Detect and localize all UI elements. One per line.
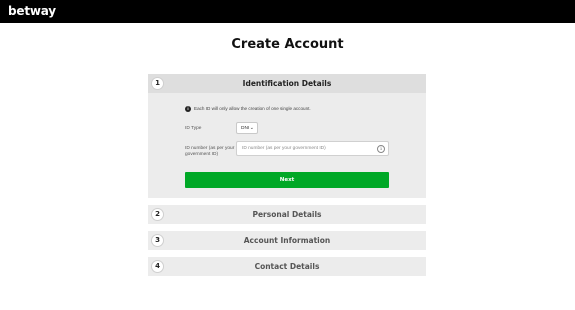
betway-logo[interactable]: betway	[8, 4, 56, 18]
info-text: Each ID will only allow the creation of …	[194, 106, 311, 111]
step-title: Personal Details	[252, 210, 322, 219]
step-header-contact[interactable]: 4 Contact Details	[148, 257, 426, 276]
step-identification-details: 1 Identification Details i Each ID will …	[148, 74, 426, 198]
step-account-information[interactable]: 3 Account Information	[148, 231, 426, 250]
top-navigation-bar: betway	[0, 0, 575, 23]
info-icon: i	[185, 106, 191, 112]
id-type-select[interactable]: DNI ⌄	[236, 122, 258, 134]
next-button[interactable]: Next	[185, 172, 389, 188]
id-number-placeholder: ID number (as per your government ID)	[242, 146, 326, 151]
id-number-label: ID number (as per your government ID)	[185, 146, 235, 157]
step-header-account[interactable]: 3 Account Information	[148, 231, 426, 250]
page-title: Create Account	[231, 37, 344, 52]
id-number-input[interactable]: ID number (as per your government ID) i	[236, 141, 389, 156]
step-title: Account Information	[243, 236, 331, 245]
step-title: Identification Details	[242, 79, 332, 88]
info-circle-icon[interactable]: i	[377, 145, 385, 153]
step-personal-details[interactable]: 2 Personal Details	[148, 205, 426, 224]
step-header-personal[interactable]: 2 Personal Details	[148, 205, 426, 224]
step-title: Contact Details	[254, 262, 320, 271]
step-contact-details[interactable]: 4 Contact Details	[148, 257, 426, 276]
id-type-selected-value: DNI	[241, 126, 250, 131]
chevron-down-icon: ⌄	[249, 125, 254, 131]
step-header-identification[interactable]: 1 Identification Details	[148, 74, 426, 93]
id-type-label: ID Type	[185, 126, 202, 131]
